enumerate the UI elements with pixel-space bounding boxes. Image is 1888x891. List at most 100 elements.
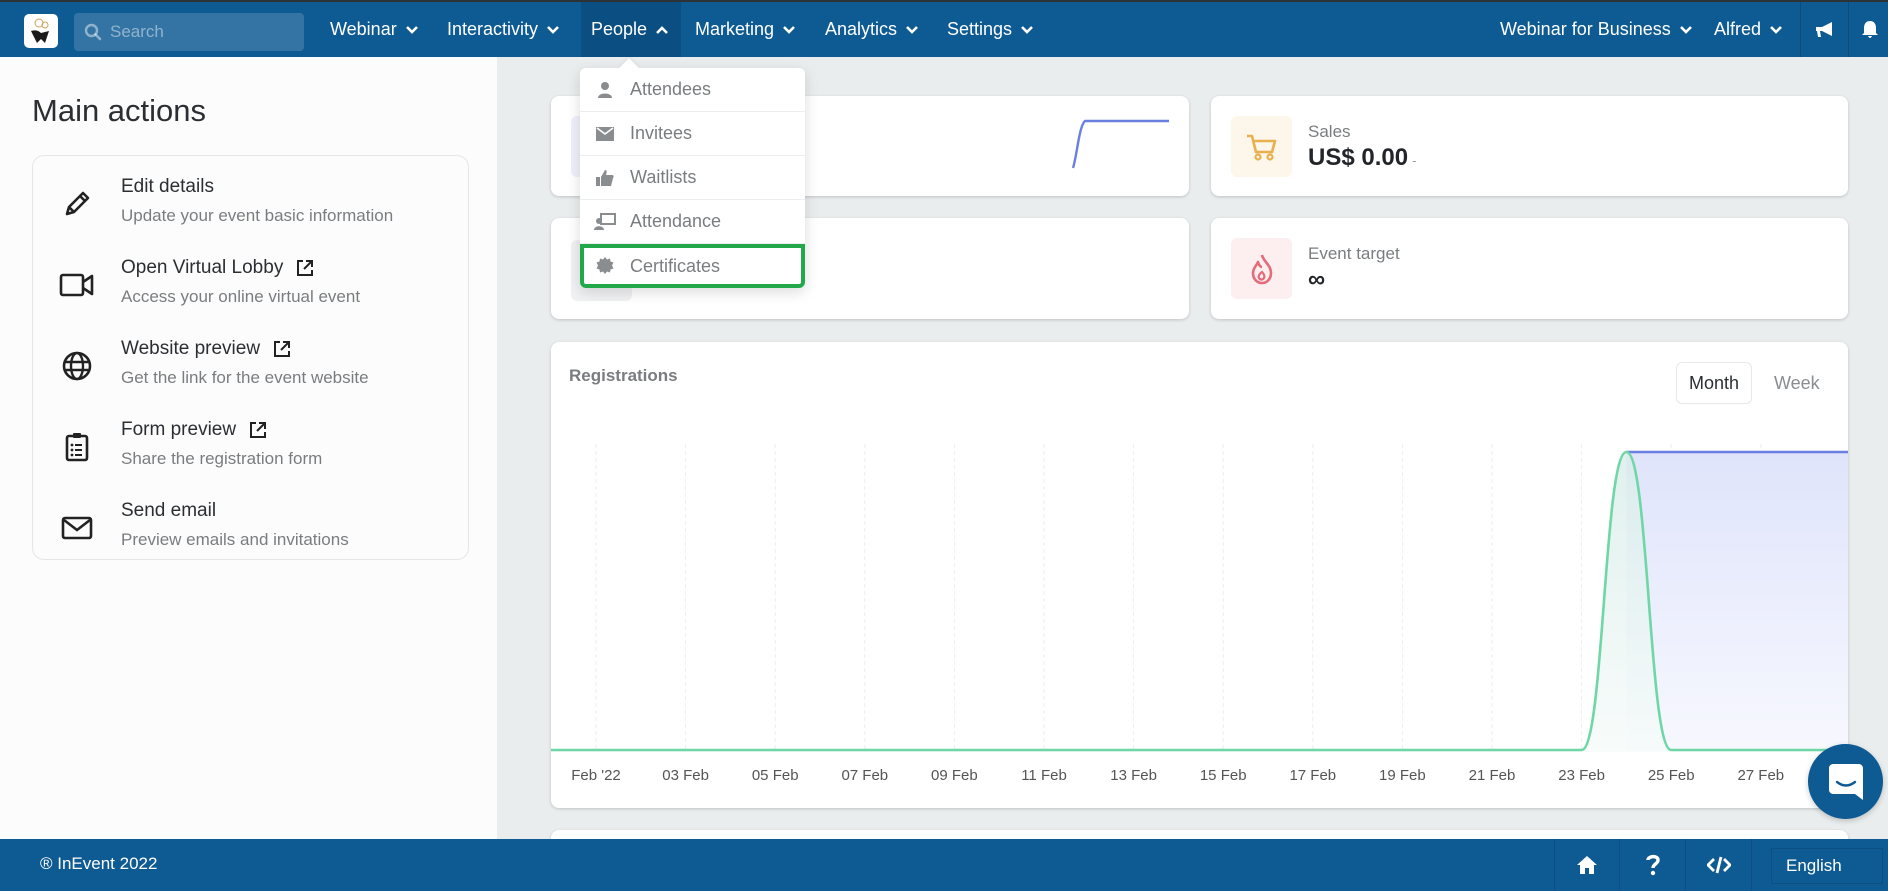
external-link-icon: [297, 260, 314, 276]
nav-interactivity[interactable]: Interactivity: [437, 2, 570, 57]
nav-marketing[interactable]: Marketing: [685, 2, 806, 57]
x-tick-label: 21 Feb: [1469, 767, 1516, 784]
cart-icon: [1246, 134, 1276, 161]
action-desc: Get the link for the event website: [121, 368, 369, 387]
action-desc: Update your event basic information: [121, 206, 394, 225]
menu-item-attendees[interactable]: Attendees: [580, 68, 805, 112]
action-edit-details[interactable]: Edit details Update your event basic inf…: [33, 166, 468, 246]
sales-amount: US$ 0.00: [1308, 144, 1409, 171]
help-button[interactable]: [1620, 839, 1686, 891]
notifications-button[interactable]: [1852, 2, 1888, 57]
action-title-text: Website preview: [121, 338, 261, 359]
menu-item-attendance[interactable]: Attendance: [580, 200, 805, 244]
chevron-down-icon: [783, 25, 795, 34]
menu-item-label: Invitees: [630, 123, 693, 143]
copyright: ® InEvent 2022: [40, 854, 158, 873]
nav-divider: [1848, 2, 1849, 57]
nav-interactivity-label: Interactivity: [447, 19, 539, 39]
action-website-preview[interactable]: Website preview Get the link for the eve…: [33, 328, 468, 408]
footer: ® InEvent 2022 English: [0, 839, 1888, 891]
sales-value: US$ 0.00-: [1308, 144, 1416, 172]
action-title: Send email: [121, 500, 217, 521]
plan-label: Webinar for Business: [1500, 19, 1671, 39]
x-tick-label: 13 Feb: [1110, 767, 1157, 784]
nav-marketing-label: Marketing: [695, 19, 775, 39]
certificate-icon: [594, 257, 616, 275]
top-navbar: Webinar Interactivity People Marketing A…: [0, 0, 1888, 57]
chevron-down-icon: [1021, 25, 1033, 34]
question-icon: [1645, 854, 1660, 876]
action-title: Form preview: [121, 419, 268, 441]
nav-people[interactable]: People: [581, 2, 682, 57]
action-title-text: Open Virtual Lobby: [121, 257, 284, 278]
nav-people-label: People: [591, 19, 648, 39]
x-tick-label: Feb '22: [571, 767, 621, 784]
action-desc: Share the registration form: [121, 449, 323, 468]
menu-item-label: Certificates: [630, 255, 721, 276]
sales-stat-card: Sales US$ 0.00-: [1211, 96, 1848, 196]
sales-change: -: [1412, 153, 1417, 168]
home-icon: [1577, 856, 1597, 874]
nav-settings[interactable]: Settings: [937, 2, 1044, 57]
language-selector[interactable]: English: [1771, 848, 1883, 884]
thumbs-up-icon: [594, 169, 616, 187]
registrations-chart-card: Registrations Month Week Feb '22 03 Feb 05…: [551, 342, 1848, 808]
chevron-down-icon: [1679, 25, 1692, 34]
clipboard-icon: [59, 429, 95, 465]
nav-analytics[interactable]: Analytics: [815, 2, 929, 57]
action-title: Edit details: [121, 176, 214, 197]
menu-item-label: Attendees: [630, 79, 712, 99]
nav-divider: [1800, 2, 1801, 57]
megaphone-icon: [1816, 21, 1832, 37]
chevron-down-icon: [547, 25, 559, 34]
embed-code-button[interactable]: [1686, 839, 1752, 891]
external-link-icon: [250, 422, 267, 438]
action-open-virtual-lobby[interactable]: Open Virtual Lobby Access your online vi…: [33, 247, 468, 327]
external-link-icon: [274, 341, 291, 357]
menu-item-waitlists[interactable]: Waitlists: [580, 156, 805, 200]
sales-label: Sales: [1308, 122, 1351, 141]
user-name: Alfred: [1714, 19, 1762, 39]
x-tick-label: 25 Feb: [1648, 767, 1695, 784]
app-logo[interactable]: [24, 14, 58, 48]
menu-item-label: Waitlists: [630, 167, 697, 187]
stat-icon-box: [1231, 116, 1292, 177]
x-tick-label: 23 Feb: [1558, 767, 1605, 784]
chevron-up-icon: [656, 25, 668, 34]
x-tick-label: 19 Feb: [1379, 767, 1426, 784]
action-desc: Access your online virtual event: [121, 287, 361, 306]
user-icon: [594, 81, 616, 99]
menu-item-invitees[interactable]: Invitees: [580, 112, 805, 156]
globe-icon: [59, 348, 95, 384]
menu-item-certificates[interactable]: Certificates: [580, 244, 805, 288]
event-target-stat-card: Event target ∞: [1211, 218, 1848, 319]
x-tick-label: 07 Feb: [841, 767, 888, 784]
menu-item-label: Attendance: [630, 211, 722, 231]
action-send-email[interactable]: Send email Preview emails and invitation…: [33, 490, 468, 570]
action-title: Open Virtual Lobby: [121, 257, 315, 279]
x-tick-label: 15 Feb: [1200, 767, 1247, 784]
announcements-button[interactable]: [1803, 2, 1847, 57]
x-tick-label: 11 Feb: [1021, 767, 1067, 784]
nav-webinar[interactable]: Webinar: [320, 2, 429, 57]
cumulative-area: [1626, 452, 1848, 750]
user-menu[interactable]: Alfred: [1704, 2, 1793, 57]
presentation-icon: [594, 212, 616, 231]
home-button[interactable]: [1554, 839, 1620, 891]
action-title-text: Form preview: [121, 419, 237, 440]
video-camera-icon: [59, 267, 95, 303]
chat-icon: [1828, 763, 1863, 800]
registrations-sparkline: [1071, 119, 1169, 169]
search-box[interactable]: [74, 13, 304, 51]
plan-selector[interactable]: Webinar for Business: [1490, 2, 1703, 57]
search-input[interactable]: [110, 22, 290, 42]
chat-widget-button[interactable]: [1808, 744, 1883, 819]
action-form-preview[interactable]: Form preview Share the registration form: [33, 409, 468, 489]
stat-icon-box: [1231, 238, 1292, 299]
nav-analytics-label: Analytics: [825, 19, 898, 39]
search-icon: [84, 23, 102, 41]
chevron-down-icon: [1770, 25, 1782, 34]
x-tick-label: 17 Feb: [1289, 767, 1336, 784]
fire-icon: [1251, 254, 1272, 284]
registrations-chart: Feb '22 03 Feb 05 Feb 07 Feb 09 Feb 11 Feb 13 …: [551, 444, 1848, 784]
